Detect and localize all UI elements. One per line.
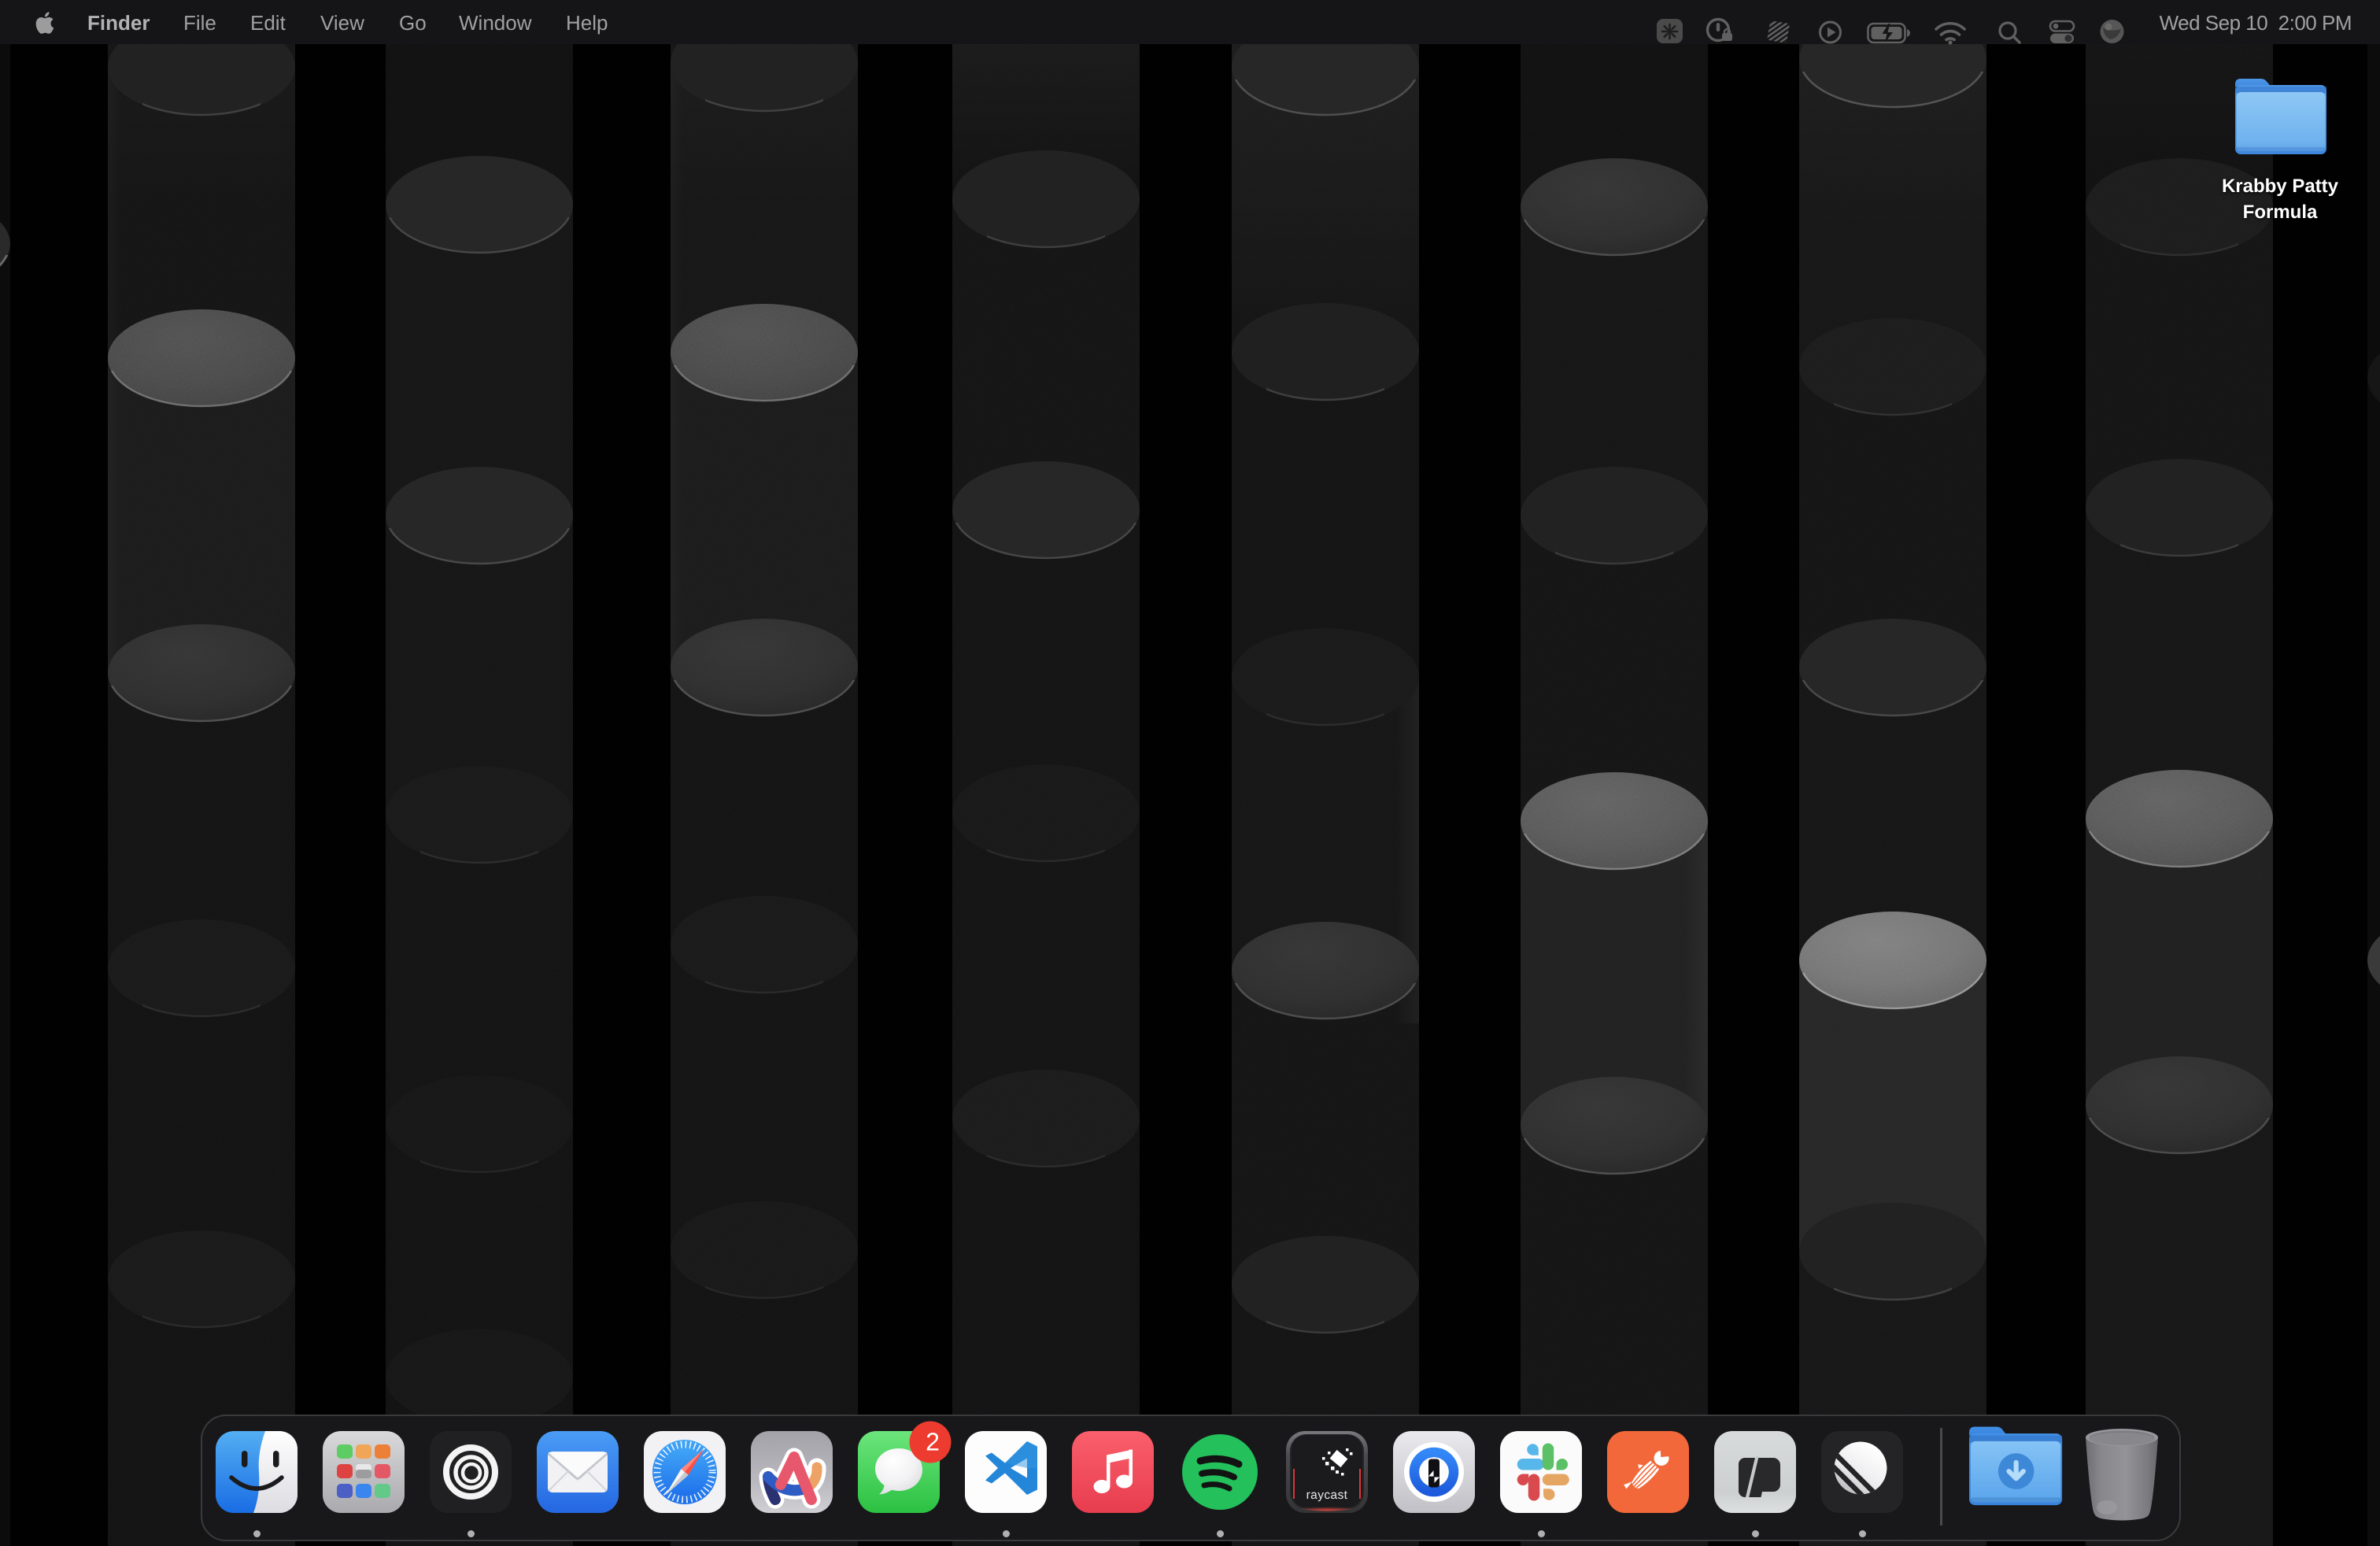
svg-text:2: 2 (926, 1428, 940, 1456)
svg-text:raycast: raycast (1306, 1489, 1348, 1502)
